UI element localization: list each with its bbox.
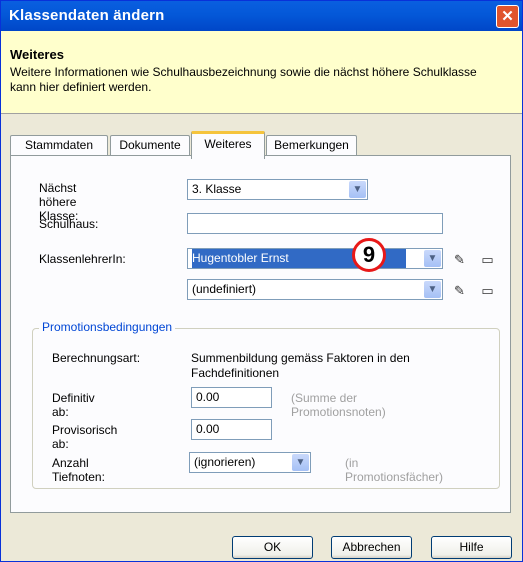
tiefnoten-label: Anzahl Tiefnoten: (52, 456, 105, 484)
provisorisch-label: Provisorisch ab: (52, 423, 118, 451)
annotation-number-badge: 9 (352, 238, 386, 272)
chevron-down-icon[interactable]: ▼ (424, 281, 441, 298)
tab-weiteres[interactable]: Weiteres (191, 131, 265, 159)
folder-icon[interactable]: ▭ (479, 252, 496, 267)
tab-dokumente[interactable]: Dokumente (110, 135, 190, 156)
dialog-window: Klassendaten ändern ✕ Weiteres Weitere I… (0, 0, 523, 562)
section-description: Weitere Informationen wie Schulhausbezei… (10, 65, 477, 94)
edit-icon[interactable]: ✎ (451, 283, 468, 298)
promotion-title: Promotionsbedingungen (39, 320, 176, 334)
schulhaus-label: Schulhaus: (39, 217, 99, 231)
definitiv-input[interactable]: 0.00 (191, 387, 272, 408)
naechst-select[interactable]: 3. Klasse ▼ (187, 179, 368, 200)
ok-button[interactable]: OK (232, 536, 313, 559)
section-title: Weiteres (10, 47, 64, 62)
window-title: Klassendaten ändern (9, 7, 165, 24)
chevron-down-icon[interactable]: ▼ (424, 250, 441, 267)
title-bar: Klassendaten ändern ✕ (1, 1, 522, 31)
schulhaus-input[interactable] (187, 213, 443, 234)
tab-stammdaten[interactable]: Stammdaten (10, 135, 108, 156)
provisorisch-input[interactable]: 0.00 (191, 419, 272, 440)
close-button[interactable]: ✕ (496, 5, 519, 28)
edit-icon[interactable]: ✎ (451, 252, 468, 267)
tiefnoten-select[interactable]: (ignorieren) ▼ (189, 452, 311, 473)
lehrer-label: KlassenlehrerIn: (39, 252, 126, 266)
info-header: Weiteres Weitere Informationen wie Schul… (1, 31, 522, 114)
help-button[interactable]: Hilfe (431, 536, 512, 559)
lehrer1-select[interactable]: Hugentobler Ernst ▼ (187, 248, 443, 269)
berechnung-value: Summenbildung gemäss Faktoren in den Fac… (191, 351, 410, 380)
chevron-down-icon[interactable]: ▼ (349, 181, 366, 198)
naechst-value: 3. Klasse (192, 182, 242, 196)
tiefnoten-hint: (in Promotionsfächer) (345, 456, 444, 484)
chevron-down-icon[interactable]: ▼ (292, 454, 309, 471)
tab-bemerkungen[interactable]: Bemerkungen (266, 135, 357, 156)
berechnung-label: Berechnungsart: (52, 351, 141, 365)
tiefnoten-value: (ignorieren) (194, 455, 256, 469)
cancel-button[interactable]: Abbrechen (331, 536, 412, 559)
definitiv-hint: (Summe der Promotionsnoten) (291, 391, 386, 419)
lehrer2-value: (undefiniert) (192, 282, 257, 296)
folder-icon[interactable]: ▭ (479, 283, 496, 298)
lehrer2-select[interactable]: (undefiniert) ▼ (187, 279, 443, 300)
definitiv-label: Definitiv ab: (52, 391, 95, 419)
